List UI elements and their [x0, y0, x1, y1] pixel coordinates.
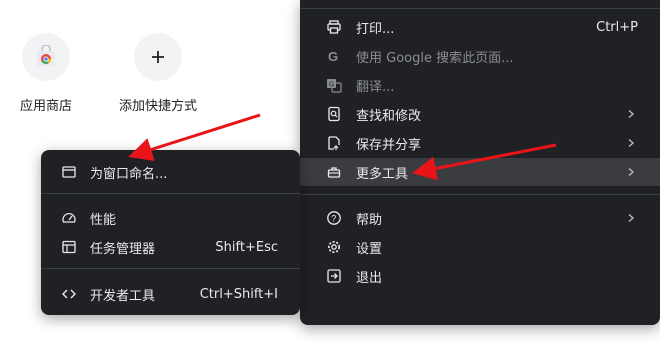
submenu-item-label: 性能	[90, 212, 117, 228]
menu-item-label: 退出	[356, 270, 383, 286]
svg-text:G: G	[328, 49, 338, 64]
shortcut-label: 添加快捷方式	[118, 99, 197, 114]
menu-item-print[interactable]: 打印... Ctrl+P	[300, 13, 660, 41]
menu-item-label: 设置	[356, 241, 383, 257]
plus-icon	[134, 33, 182, 81]
menu-item-label: 更多工具	[356, 166, 409, 182]
menu-divider	[41, 268, 300, 269]
google-g-icon: G	[326, 48, 342, 64]
add-shortcut-button[interactable]: 添加快捷方式	[113, 33, 203, 114]
chevron-right-icon	[628, 168, 634, 176]
menu-item-label: 使用 Google 搜索此页面...	[356, 50, 514, 66]
submenu-item-shortcut: Ctrl+Shift+I	[199, 286, 278, 302]
gear-icon	[326, 239, 342, 255]
svg-text:?: ?	[331, 214, 336, 224]
menu-item-label: 打印...	[356, 21, 395, 37]
exit-icon	[326, 268, 342, 284]
code-icon	[61, 286, 77, 302]
help-icon: ?	[326, 210, 342, 226]
submenu-item-label: 为窗口命名...	[90, 166, 168, 182]
chevron-right-icon	[628, 139, 634, 147]
submenu-item-name-window[interactable]: 为窗口命名...	[41, 158, 300, 186]
more-tools-submenu: 为窗口命名... 性能 任务管理器 Shift+Esc 开发者工具 Ctrl+S…	[41, 150, 300, 315]
submenu-item-label: 任务管理器	[90, 241, 156, 257]
arrow-to-name-window	[128, 113, 261, 161]
menu-item-save-and-share[interactable]: 保存并分享	[300, 129, 660, 157]
menu-divider	[300, 194, 660, 195]
submenu-item-performance[interactable]: 性能	[41, 204, 300, 232]
toolbox-icon	[326, 164, 342, 180]
task-manager-icon	[61, 239, 77, 255]
menu-item-label: 保存并分享	[356, 137, 422, 153]
shortcut-label: 应用商店	[19, 99, 72, 114]
menu-item-help[interactable]: ? 帮助	[300, 204, 660, 232]
menu-item-shortcut: Ctrl+P	[596, 19, 638, 35]
submenu-item-developer-tools[interactable]: 开发者工具 Ctrl+Shift+I	[41, 280, 300, 308]
chevron-right-icon	[628, 110, 634, 118]
window-icon	[61, 164, 77, 180]
submenu-item-label: 开发者工具	[90, 288, 156, 304]
translate-icon: G	[326, 77, 342, 93]
menu-item-label: 帮助	[356, 212, 383, 228]
chevron-right-icon	[628, 214, 634, 222]
find-icon	[326, 106, 342, 122]
menu-item-settings[interactable]: 设置	[300, 233, 660, 261]
menu-item-label: 翻译...	[356, 79, 395, 95]
chrome-main-menu: 打印... Ctrl+P G 使用 Google 搜索此页面... G 翻译..…	[300, 0, 660, 325]
menu-item-more-tools[interactable]: 更多工具	[300, 158, 660, 186]
menu-item-label: 查找和修改	[356, 108, 422, 124]
save-share-icon	[326, 135, 342, 151]
shortcut-web-store[interactable]: 应用商店	[1, 33, 91, 114]
menu-divider	[41, 193, 300, 194]
submenu-item-shortcut: Shift+Esc	[215, 239, 278, 255]
menu-divider	[300, 8, 660, 9]
chrome-web-store-icon	[22, 33, 70, 81]
menu-item-exit[interactable]: 退出	[300, 262, 660, 290]
performance-gauge-icon	[61, 210, 77, 226]
menu-item-translate[interactable]: G 翻译...	[300, 71, 660, 99]
svg-text:G: G	[329, 82, 334, 89]
submenu-item-task-manager[interactable]: 任务管理器 Shift+Esc	[41, 233, 300, 261]
menu-item-search-google[interactable]: G 使用 Google 搜索此页面...	[300, 42, 660, 70]
menu-item-find-and-edit[interactable]: 查找和修改	[300, 100, 660, 128]
print-icon	[326, 19, 342, 35]
